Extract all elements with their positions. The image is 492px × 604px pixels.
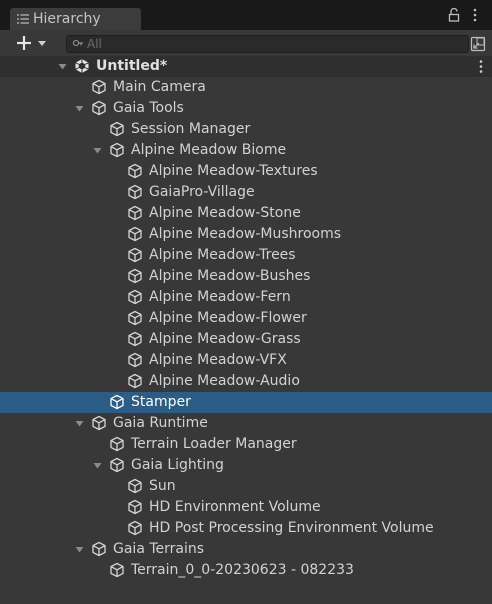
hierarchy-item[interactable]: Main Camera [0, 77, 492, 98]
kebab-menu-icon[interactable] [472, 7, 478, 23]
foldout-arrow-down-icon[interactable] [75, 545, 84, 554]
hierarchy-item-label: Alpine Meadow-Bushes [149, 268, 311, 284]
gameobject-cube-icon [110, 457, 124, 473]
hierarchy-item-label: Alpine Meadow-Trees [149, 247, 296, 263]
hierarchy-panel: Hierarchy All Untitled* Main Camera Gaia… [0, 0, 492, 604]
hierarchy-item[interactable]: Alpine Meadow-Trees [0, 245, 492, 266]
hierarchy-item-label: HD Environment Volume [149, 499, 321, 515]
scene-menu-icon[interactable] [478, 59, 484, 74]
hierarchy-item[interactable]: HD Post Processing Environment Volume [0, 518, 492, 539]
hierarchy-item[interactable]: Gaia Terrains [0, 539, 492, 560]
gameobject-cube-icon [128, 163, 142, 179]
create-dropdown-button[interactable] [14, 33, 54, 53]
hierarchy-item-label: Gaia Lighting [131, 457, 224, 473]
gameobject-cube-icon [110, 562, 124, 578]
gameobject-cube-icon [128, 520, 142, 536]
hierarchy-item[interactable]: Alpine Meadow-Stone [0, 203, 492, 224]
tab-title: Hierarchy [33, 11, 101, 27]
lock-icon[interactable] [447, 8, 461, 22]
hierarchy-item[interactable]: Gaia Lighting [0, 455, 492, 476]
hierarchy-item[interactable]: HD Environment Volume [0, 497, 492, 518]
gameobject-cube-icon [128, 184, 142, 200]
search-field[interactable] [66, 35, 469, 53]
tab-hierarchy[interactable]: Hierarchy [10, 8, 141, 30]
gameobject-cube-icon [128, 205, 142, 221]
search-icon [72, 39, 83, 47]
toolbar [0, 30, 492, 56]
foldout-arrow-down-icon[interactable] [93, 461, 102, 470]
hierarchy-item[interactable]: Alpine Meadow-VFX [0, 350, 492, 371]
foldout-arrow-down-icon[interactable] [75, 419, 84, 428]
hierarchy-item-label: Sun [149, 478, 176, 494]
hierarchy-item-label: Gaia Runtime [113, 415, 208, 431]
hierarchy-item[interactable]: Gaia Runtime [0, 413, 492, 434]
hierarchy-item-label: GaiaPro-Village [149, 184, 255, 200]
gameobject-cube-icon [128, 373, 142, 389]
hierarchy-item-label: Untitled* [96, 58, 168, 74]
gameobject-cube-icon [128, 499, 142, 515]
hierarchy-item[interactable]: Terrain_0_0-20230623 - 082233 [0, 560, 492, 581]
gameobject-cube-icon [110, 394, 124, 410]
hierarchy-item-label: Alpine Meadow-Grass [149, 331, 301, 347]
hierarchy-item-label: Alpine Meadow-Textures [149, 163, 318, 179]
hierarchy-item-label: Alpine Meadow-Mushrooms [149, 226, 342, 242]
foldout-arrow-down-icon[interactable] [93, 146, 102, 155]
hierarchy-item[interactable]: Sun [0, 476, 492, 497]
hierarchy-item[interactable]: GaiaPro-Village [0, 182, 492, 203]
hierarchy-item[interactable]: Gaia Tools [0, 98, 492, 119]
hierarchy-item-label: Terrain Loader Manager [131, 436, 297, 452]
hierarchy-tree: Untitled* Main Camera Gaia Tools Session Ma… [0, 56, 492, 604]
gameobject-cube-icon [128, 331, 142, 347]
hierarchy-item[interactable]: Alpine Meadow-Grass [0, 329, 492, 350]
hierarchy-item-label: Alpine Meadow-VFX [149, 352, 287, 368]
search-input[interactable] [87, 36, 457, 52]
gameobject-cube-icon [110, 436, 124, 452]
gameobject-cube-icon [128, 352, 142, 368]
plus-icon [17, 36, 31, 50]
hierarchy-item[interactable]: Stamper [0, 392, 492, 413]
hierarchy-item-label: Alpine Meadow-Audio [149, 373, 300, 389]
hierarchy-item-label: HD Post Processing Environment Volume [149, 520, 434, 536]
hierarchy-item[interactable]: Terrain Loader Manager [0, 434, 492, 455]
hierarchy-item[interactable]: Session Manager [0, 119, 492, 140]
hierarchy-item-label: Stamper [131, 394, 191, 410]
hierarchy-item[interactable]: Alpine Meadow-Mushrooms [0, 224, 492, 245]
list-icon [17, 14, 29, 24]
gameobject-cube-icon [128, 268, 142, 284]
gameobject-cube-icon [110, 121, 124, 137]
hierarchy-item[interactable]: Alpine Meadow-Textures [0, 161, 492, 182]
gameobject-cube-icon [92, 100, 106, 116]
hierarchy-item-label: Session Manager [131, 121, 251, 137]
hierarchy-item[interactable]: Alpine Meadow-Audio [0, 371, 492, 392]
gameobject-cube-icon [128, 226, 142, 242]
gameobject-cube-icon [92, 415, 106, 431]
foldout-arrow-down-icon[interactable] [58, 62, 67, 71]
hierarchy-item[interactable]: Alpine Meadow Biome [0, 140, 492, 161]
hierarchy-item-label: Gaia Terrains [113, 541, 205, 557]
unity-scene-icon [75, 59, 89, 73]
search-expand-icon[interactable] [469, 35, 487, 53]
hierarchy-item-label: Gaia Tools [113, 100, 184, 116]
gameobject-cube-icon [128, 247, 142, 263]
gameobject-cube-icon [128, 478, 142, 494]
chevron-down-icon [38, 41, 46, 46]
gameobject-cube-icon [128, 289, 142, 305]
gameobject-cube-icon [110, 142, 124, 158]
hierarchy-item-label: Alpine Meadow-Flower [149, 310, 307, 326]
scene-row[interactable]: Untitled* [0, 56, 492, 77]
gameobject-cube-icon [92, 79, 106, 95]
hierarchy-item-label: Alpine Meadow-Fern [149, 289, 291, 305]
gameobject-cube-icon [128, 310, 142, 326]
hierarchy-item-label: Terrain_0_0-20230623 - 082233 [131, 562, 354, 578]
tab-bar: Hierarchy [0, 0, 492, 30]
hierarchy-item[interactable]: Alpine Meadow-Fern [0, 287, 492, 308]
hierarchy-item[interactable]: Alpine Meadow-Bushes [0, 266, 492, 287]
hierarchy-item-label: Alpine Meadow-Stone [149, 205, 301, 221]
hierarchy-item-label: Main Camera [113, 79, 206, 95]
hierarchy-item-label: Alpine Meadow Biome [131, 142, 287, 158]
foldout-arrow-down-icon[interactable] [75, 104, 84, 113]
gameobject-cube-icon [92, 541, 106, 557]
hierarchy-item[interactable]: Alpine Meadow-Flower [0, 308, 492, 329]
